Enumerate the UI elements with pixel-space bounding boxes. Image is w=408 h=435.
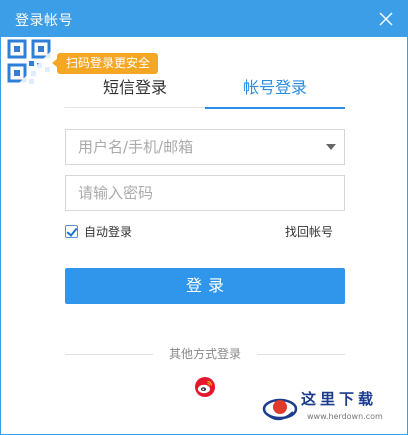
login-button[interactable]: 登录 bbox=[65, 268, 345, 304]
auto-login-label: 自动登录 bbox=[84, 224, 133, 239]
chevron-down-icon[interactable] bbox=[326, 144, 336, 150]
password-input[interactable] bbox=[66, 176, 344, 210]
forgot-account-link[interactable]: 找回帐号 bbox=[285, 223, 333, 240]
login-window: 登录帐号 扫码登录更安全 短信登录 帐号登录 自动登录 找回帐号 登录 bbox=[0, 0, 408, 435]
watermark-logo: 这里下载 www.herdown.com bbox=[261, 388, 401, 430]
password-field bbox=[65, 175, 345, 211]
watermark-swirl-icon bbox=[262, 398, 298, 421]
title-bar: 登录帐号 bbox=[1, 1, 407, 37]
qr-tip-badge: 扫码登录更安全 bbox=[51, 53, 159, 74]
window-title: 登录帐号 bbox=[15, 13, 73, 29]
login-tabs: 短信登录 帐号登录 bbox=[65, 74, 345, 109]
other-login-divider: 其他方式登录 bbox=[65, 345, 345, 363]
username-input[interactable] bbox=[66, 130, 344, 164]
qr-code-icon[interactable] bbox=[7, 39, 55, 87]
watermark-brand: 这里下载 bbox=[301, 390, 378, 408]
weibo-icon[interactable] bbox=[194, 376, 216, 398]
auto-login-checkbox[interactable] bbox=[65, 224, 78, 238]
divider-line bbox=[257, 354, 345, 355]
tab-sms-login[interactable]: 短信登录 bbox=[65, 74, 205, 108]
tab-account-login[interactable]: 帐号登录 bbox=[205, 74, 345, 109]
close-icon[interactable] bbox=[375, 8, 397, 30]
auto-login-option[interactable]: 自动登录 bbox=[65, 223, 132, 239]
watermark-url: www.herdown.com bbox=[307, 412, 383, 421]
username-field bbox=[65, 129, 345, 165]
